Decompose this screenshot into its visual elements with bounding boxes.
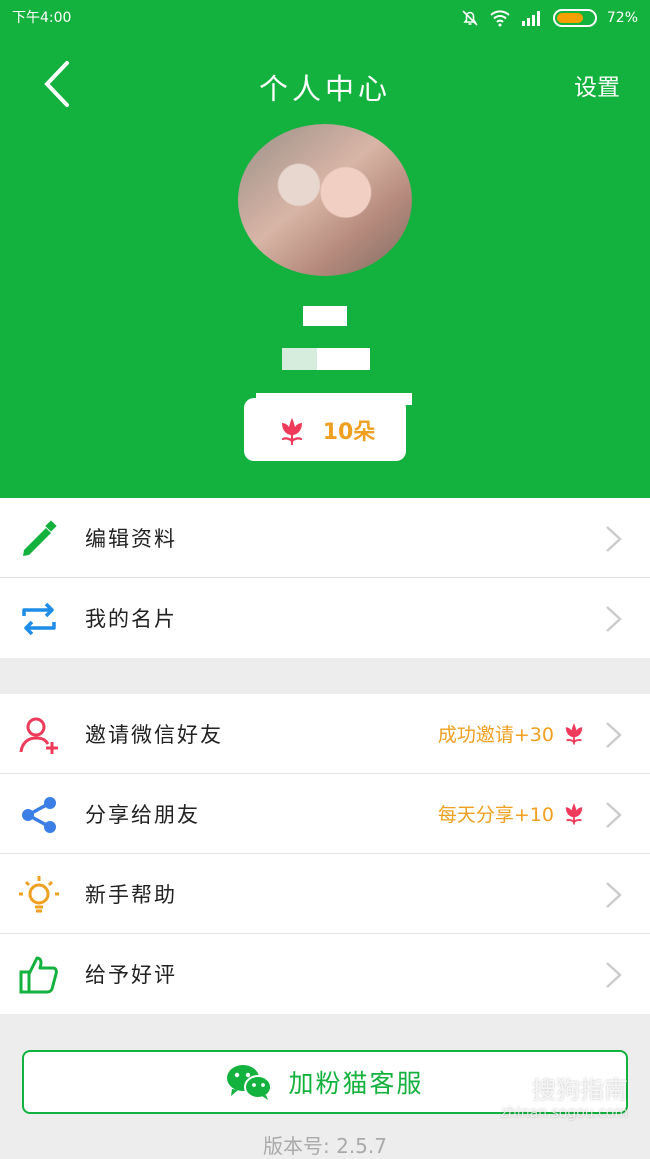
chevron-right-icon bbox=[606, 962, 622, 988]
chevron-right-icon bbox=[606, 882, 622, 908]
flower-icon bbox=[281, 417, 302, 445]
page-title: 个人中心 bbox=[258, 72, 391, 106]
reward-text: 成功邀请+30 bbox=[437, 723, 554, 746]
chevron-right-icon bbox=[606, 526, 622, 552]
add-user-icon bbox=[19, 717, 58, 754]
battery-icon bbox=[552, 9, 597, 27]
reward-hint: 每天分享+10 bbox=[438, 798, 588, 828]
nav-bar: 个人中心 设置 bbox=[0, 54, 650, 114]
menu-edit-profile[interactable]: 编辑资料 bbox=[0, 498, 650, 578]
settings-button[interactable]: 设置 bbox=[574, 68, 620, 102]
avatar[interactable] bbox=[238, 124, 412, 276]
pencil-icon bbox=[23, 520, 57, 556]
username-redacted bbox=[303, 306, 347, 326]
menu-my-card[interactable]: 我的名片 bbox=[0, 578, 650, 658]
reward-hint: 成功邀请+30 bbox=[438, 718, 588, 748]
menu-label: 编辑资料 bbox=[85, 527, 177, 551]
reward-text: 每天分享+10 bbox=[437, 803, 554, 826]
profile-header: 下午4:00 72% 个人中心 设置 10朵 bbox=[0, 0, 650, 498]
bulb-icon bbox=[19, 876, 59, 913]
battery-percent: 72% bbox=[606, 10, 638, 26]
user-id-redacted bbox=[282, 348, 370, 370]
chevron-right-icon bbox=[606, 606, 622, 632]
menu-group-profile: 编辑资料 我的名片 bbox=[0, 498, 650, 658]
menu-beginner-help[interactable]: 新手帮助 bbox=[0, 854, 650, 934]
card-swap-icon bbox=[22, 602, 56, 636]
menu-label: 邀请微信好友 bbox=[85, 723, 223, 747]
chevron-right-icon bbox=[606, 722, 622, 748]
flower-icon bbox=[565, 803, 583, 825]
menu-label: 我的名片 bbox=[85, 607, 177, 631]
status-bar: 下午4:00 72% bbox=[0, 0, 650, 36]
signal-icon bbox=[521, 11, 540, 26]
wechat-icon bbox=[227, 1065, 273, 1100]
flowers-badge[interactable]: 10朵 bbox=[244, 398, 406, 461]
status-time: 下午4:00 bbox=[12, 10, 72, 26]
menu-label: 给予好评 bbox=[85, 963, 177, 987]
chevron-right-icon bbox=[606, 802, 622, 828]
wifi-icon bbox=[490, 10, 510, 27]
menu-share-friends[interactable]: 分享给朋友 每天分享+10 bbox=[0, 774, 650, 854]
watermark-url: zhinan.sogou.com bbox=[500, 1105, 628, 1121]
share-icon bbox=[22, 797, 56, 833]
menu-invite-friends[interactable]: 邀请微信好友 成功邀请+30 bbox=[0, 694, 650, 774]
mute-bell-icon bbox=[462, 10, 478, 26]
menu-group-actions: 邀请微信好友 成功邀请+30 分享给朋友 每天分享+10 新手帮助 给予好评 bbox=[0, 694, 650, 1014]
flower-icon bbox=[565, 723, 583, 745]
thumbs-up-icon bbox=[19, 956, 58, 994]
menu-give-rating[interactable]: 给予好评 bbox=[0, 934, 650, 1014]
status-icons: 72% bbox=[461, 0, 638, 36]
customer-service-label: 加粉猫客服 bbox=[288, 1069, 424, 1098]
watermark: 搜狗指南 zhinan.sogou.com bbox=[501, 1070, 628, 1121]
menu-label: 分享给朋友 bbox=[85, 803, 200, 827]
menu-label: 新手帮助 bbox=[85, 883, 177, 907]
watermark-text: 搜狗指南 bbox=[532, 1076, 628, 1104]
flowers-count: 10朵 bbox=[322, 419, 376, 445]
battery-fill bbox=[556, 13, 583, 23]
